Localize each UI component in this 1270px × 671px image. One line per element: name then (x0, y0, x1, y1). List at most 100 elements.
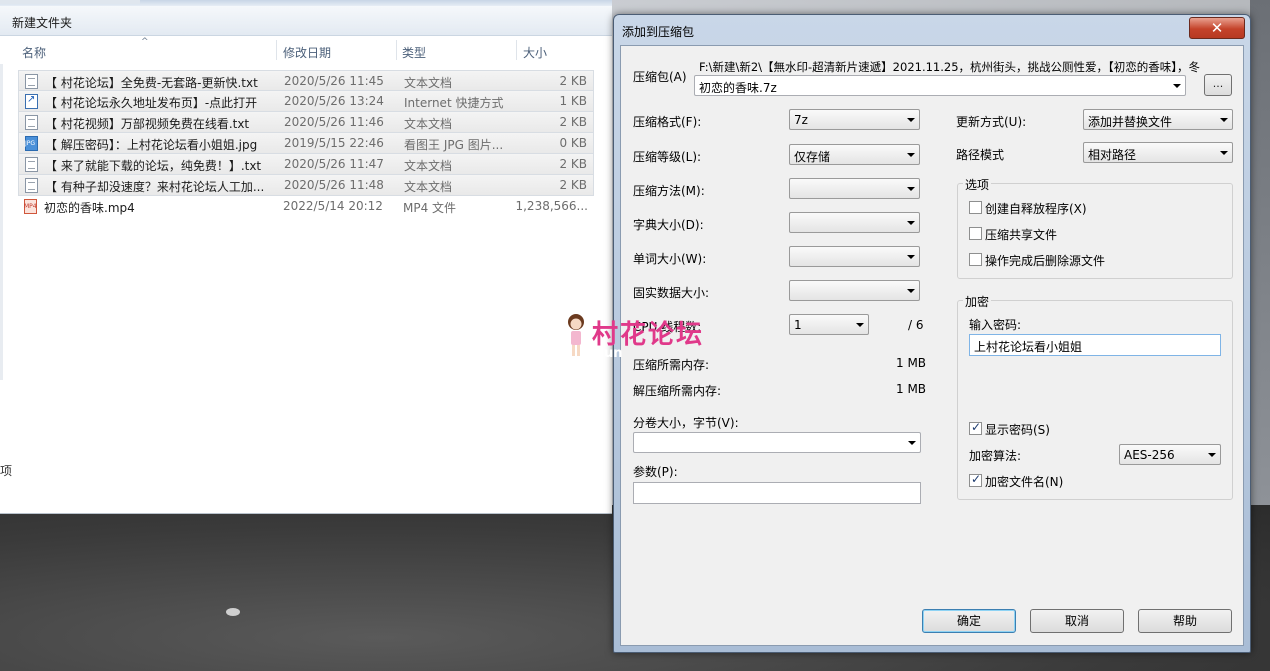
password-label: 输入密码: (969, 318, 1022, 332)
column-header-date[interactable]: 修改日期 (283, 44, 331, 61)
dictionary-size-label: 字典大小(D): (633, 218, 704, 232)
file-name: 【 有种子却没速度？来村花论坛人工加... (45, 180, 265, 194)
shared-files-checkbox[interactable] (969, 227, 982, 240)
cancel-label: 取消 (1064, 614, 1089, 628)
file-size: 1 KB (559, 94, 587, 108)
file-size: 2 KB (559, 178, 587, 192)
solid-block-select[interactable] (789, 280, 920, 301)
options-group-title: 选项 (963, 176, 992, 193)
file-type: 文本文档 (404, 117, 453, 131)
sfx-checkbox[interactable] (969, 201, 982, 214)
file-row[interactable]: 【 村花论坛永久地址发布页】-点此打开 2020/5/26 13:24 Inte… (18, 91, 594, 112)
text-file-icon (25, 157, 38, 172)
column-separator[interactable] (516, 40, 517, 60)
file-type: 文本文档 (404, 159, 453, 173)
encryption-group-title: 加密 (963, 293, 992, 310)
parameters-input[interactable] (633, 482, 921, 504)
desktop-background-strip (1250, 0, 1270, 520)
file-list: 【 村花论坛】全免费-无套路-更新快.txt 2020/5/26 11:45 文… (18, 70, 594, 217)
sort-ascending-icon: ^ (141, 37, 149, 47)
folder-title: 新建文件夹 (12, 16, 73, 30)
level-value: 仅存储 (794, 150, 831, 164)
cpu-threads-select[interactable]: 1 (789, 314, 869, 335)
close-icon: ✕ (1210, 19, 1224, 37)
show-password-label: 显示密码(S) (985, 423, 1050, 437)
update-mode-label: 更新方式(U): (956, 115, 1027, 129)
format-select[interactable]: 7z (789, 109, 920, 130)
file-size: 2 KB (559, 74, 587, 88)
update-mode-value: 添加并替换文件 (1088, 115, 1173, 129)
internet-shortcut-icon (25, 94, 38, 109)
method-select[interactable] (789, 178, 920, 199)
delete-after-checkbox[interactable] (969, 253, 982, 266)
ok-button[interactable]: 确定 (922, 609, 1016, 633)
file-name: 【 解压密码】：上村花论坛看小姐姐.jpg (45, 138, 258, 152)
file-type: 看图王 JPG 图片... (404, 138, 504, 152)
chevron-down-icon (1220, 118, 1228, 122)
delete-after-label: 操作完成后删除源文件 (985, 254, 1106, 268)
encrypt-filenames-checkbox[interactable] (969, 472, 982, 487)
update-mode-select[interactable]: 添加并替换文件 (1083, 109, 1233, 130)
chevron-down-icon (1208, 453, 1216, 457)
add-to-archive-dialog: 添加到压缩包 ✕ 压缩包(A) F:\新建\新2\【無水印-超清新片速遞】202… (613, 14, 1251, 653)
cancel-button[interactable]: 取消 (1030, 609, 1124, 633)
file-size: 1,238,566... (515, 199, 588, 213)
shared-files-label: 压缩共享文件 (985, 228, 1058, 242)
word-size-select[interactable] (789, 246, 920, 267)
volume-size-combo[interactable] (633, 432, 921, 453)
file-type: 文本文档 (404, 76, 453, 90)
dialog-title: 添加到压缩包 (622, 25, 695, 39)
file-row[interactable]: 【 村花视频】万部视频免费在线看.txt 2020/5/26 11:46 文本文… (18, 112, 594, 133)
cpu-threads-value: 1 (794, 318, 802, 332)
password-value: 上村花论坛看小姐姐 (974, 340, 1083, 354)
file-size: 2 KB (559, 157, 587, 171)
file-row[interactable]: 【 解压密码】：上村花论坛看小姐姐.jpg 2019/5/15 22:46 看图… (18, 133, 594, 154)
method-label: 压缩方法(M): (633, 184, 705, 198)
desktop-stone (226, 608, 240, 616)
file-row[interactable]: 【 有种子却没速度？来村花论坛人工加... 2020/5/26 11:48 文本… (18, 175, 594, 196)
file-row[interactable]: 初恋的香味.mp4 2022/5/14 20:12 MP4 文件 1,238,5… (18, 196, 594, 217)
format-label: 压缩格式(F): (633, 115, 702, 129)
archive-label: 压缩包(A) (633, 70, 687, 84)
file-size: 0 KB (559, 136, 587, 150)
dictionary-size-select[interactable] (789, 212, 920, 233)
word-size-label: 单词大小(W): (633, 252, 707, 266)
cpu-threads-total: / 6 (908, 318, 924, 332)
file-date: 2020/5/26 13:24 (284, 94, 384, 108)
browse-button[interactable]: ... (1204, 74, 1232, 96)
decompress-memory-value: 1 MB (896, 382, 927, 396)
chevron-down-icon (907, 289, 915, 293)
text-file-icon (25, 178, 38, 193)
file-row[interactable]: 【 村花论坛】全免费-无套路-更新快.txt 2020/5/26 11:45 文… (18, 70, 594, 91)
column-header-size[interactable]: 大小 (523, 44, 547, 61)
help-label: 帮助 (1172, 614, 1197, 628)
parameters-label: 参数(P): (633, 465, 678, 479)
path-mode-label: 路径模式 (956, 148, 1005, 162)
file-date: 2020/5/26 11:48 (284, 178, 384, 192)
solid-block-label: 固实数据大小: (633, 286, 710, 300)
file-date: 2019/5/15 22:46 (284, 136, 384, 150)
show-password-checkbox[interactable] (969, 420, 982, 435)
encryption-method-select[interactable]: AES-256 (1119, 444, 1221, 465)
help-button[interactable]: 帮助 (1138, 609, 1232, 633)
chevron-down-icon (1173, 84, 1181, 88)
file-name: 【 村花论坛】全免费-无套路-更新快.txt (45, 76, 258, 90)
column-header-type[interactable]: 类型 (402, 44, 426, 61)
explorer-folder-header: 新建文件夹 (0, 6, 612, 36)
file-row[interactable]: 【 来了就能下载的论坛，纯免费！】.txt 2020/5/26 11:47 文本… (18, 154, 594, 175)
archive-path-text: F:\新建\新2\【無水印-超清新片速遞】2021.11.25，杭州街头，挑战公… (699, 60, 1201, 74)
format-value: 7z (794, 113, 808, 127)
dialog-body: 压缩包(A) F:\新建\新2\【無水印-超清新片速遞】2021.11.25，杭… (620, 45, 1244, 646)
file-date: 2020/5/26 11:45 (284, 74, 384, 88)
column-separator[interactable] (276, 40, 277, 60)
archive-path-combo[interactable]: 初恋的香味.7z (694, 75, 1186, 96)
level-select[interactable]: 仅存储 (789, 144, 920, 165)
close-button[interactable]: ✕ (1189, 17, 1245, 39)
column-header-name[interactable]: 名称 (22, 44, 46, 61)
column-separator[interactable] (396, 40, 397, 60)
explorer-scroll-edge (0, 64, 3, 380)
chevron-down-icon (907, 221, 915, 225)
path-mode-select[interactable]: 相对路径 (1083, 142, 1233, 163)
level-label: 压缩等级(L): (633, 150, 702, 164)
password-input[interactable]: 上村花论坛看小姐姐 (969, 334, 1221, 356)
